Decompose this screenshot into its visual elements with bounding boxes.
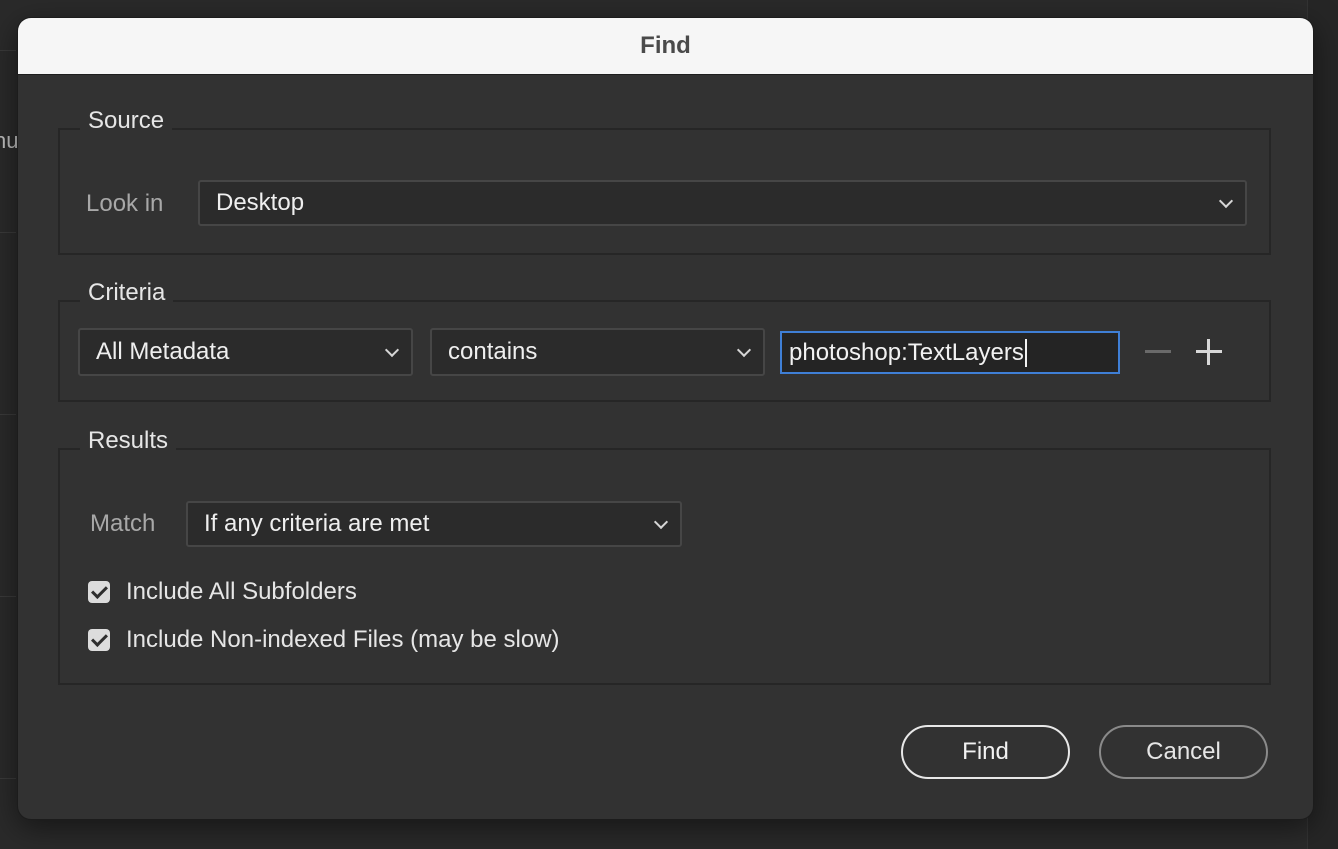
criteria-operator-value: contains [448, 338, 538, 365]
background-divider [0, 414, 16, 415]
look-in-select[interactable]: Desktop [198, 180, 1247, 226]
criteria-operator-select[interactable]: contains [430, 328, 765, 376]
criteria-field-select[interactable]: All Metadata [78, 328, 413, 376]
background-divider [0, 778, 16, 779]
include-nonindexed-checkbox[interactable] [88, 629, 110, 651]
chevron-down-icon [653, 514, 669, 530]
criteria-field-value: All Metadata [96, 338, 230, 365]
match-label: Match [90, 510, 156, 537]
criteria-legend: Criteria [80, 278, 174, 308]
include-nonindexed-checkbox-row[interactable]: Include Non-indexed Files (may be slow) [88, 626, 560, 654]
match-value: If any criteria are met [204, 510, 430, 537]
criteria-text-input[interactable]: photoshop:TextLayers [780, 331, 1120, 374]
cancel-button[interactable]: Cancel [1099, 725, 1268, 779]
chevron-down-icon [1218, 193, 1234, 209]
chevron-down-icon [384, 342, 400, 358]
include-subfolders-label[interactable]: Include All Subfolders [126, 578, 357, 606]
plus-icon[interactable] [1194, 337, 1224, 367]
background-text-fragment: nu [0, 128, 19, 153]
results-group: Results Match If any criteria are met In… [58, 426, 1271, 685]
background-divider [0, 50, 16, 51]
find-button[interactable]: Find [901, 725, 1070, 779]
include-subfolders-checkbox-row[interactable]: Include All Subfolders [88, 578, 357, 606]
criteria-text-value: photoshop:TextLayers [789, 338, 1024, 366]
background-divider [0, 232, 16, 233]
text-cursor [1024, 338, 1027, 367]
find-dialog: Find Source Look in Desktop Criteria All… [18, 18, 1313, 819]
minus-icon[interactable] [1143, 337, 1173, 367]
look-in-value: Desktop [216, 189, 305, 216]
include-subfolders-checkbox[interactable] [88, 581, 110, 603]
background-divider [0, 596, 16, 597]
source-group: Source Look in Desktop [58, 106, 1271, 255]
results-legend: Results [80, 426, 177, 456]
source-legend: Source [80, 106, 173, 136]
chevron-down-icon [736, 342, 752, 358]
dialog-title: Find [18, 18, 1313, 75]
include-nonindexed-label[interactable]: Include Non-indexed Files (may be slow) [126, 626, 560, 654]
look-in-label: Look in [86, 190, 164, 217]
criteria-group: Criteria All Metadata contains photoshop… [58, 278, 1271, 402]
match-select[interactable]: If any criteria are met [186, 501, 682, 547]
